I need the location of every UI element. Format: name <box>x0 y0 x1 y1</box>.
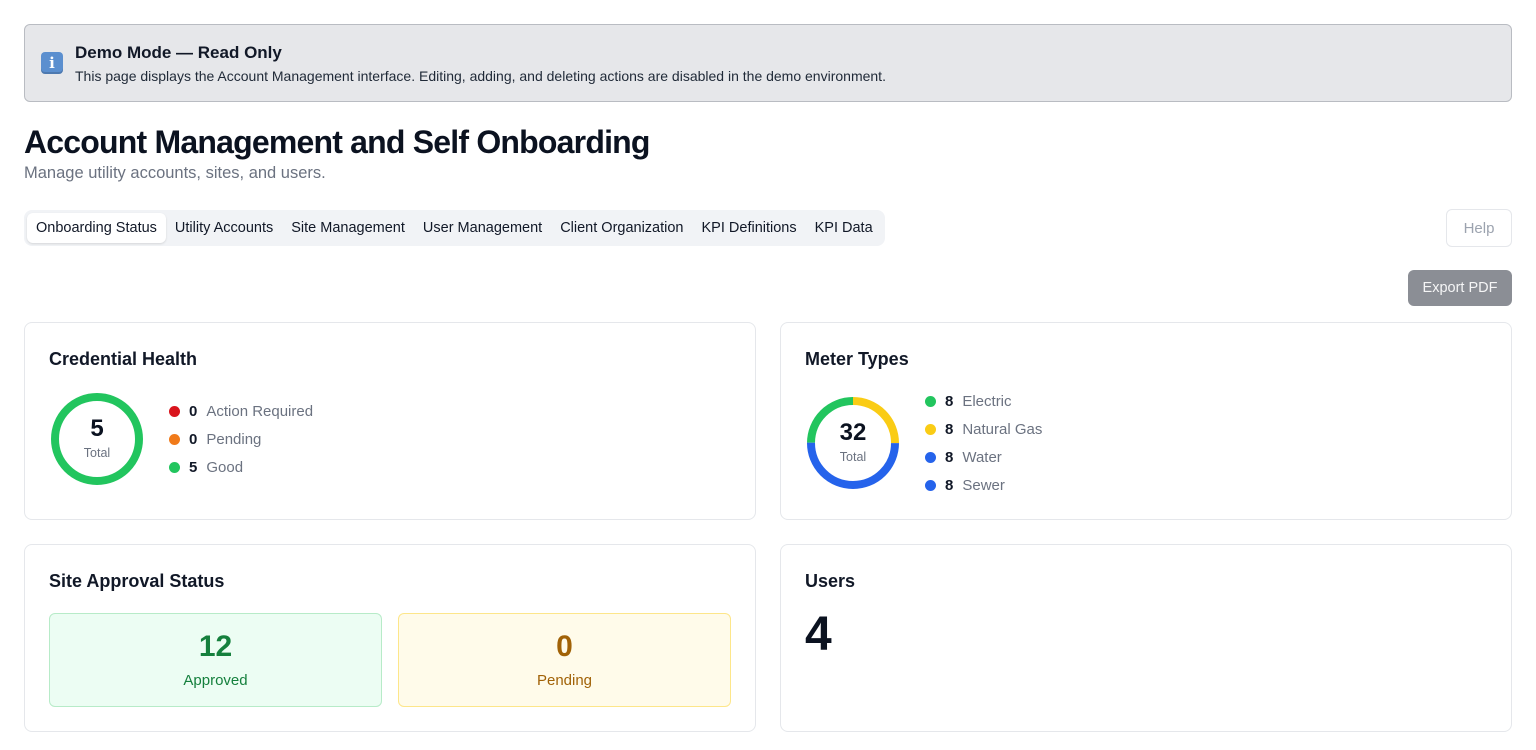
legend-count: 8 <box>945 448 954 466</box>
status-dot <box>925 451 936 463</box>
banner-title: Demo Mode — Read Only <box>75 43 282 62</box>
legend-count: 5 <box>189 458 198 476</box>
legend-label: Pending <box>206 430 262 448</box>
legend-count: 8 <box>945 392 954 410</box>
meter-types-card: Meter Types 32 Total 8 Electric 8 Natura… <box>780 322 1512 520</box>
status-dot <box>169 461 180 473</box>
legend-label: Action Required <box>206 402 314 420</box>
legend-item: 5 Good <box>169 453 313 481</box>
legend-count: 8 <box>945 420 954 438</box>
credential-health-title: Credential Health <box>49 349 198 369</box>
pending-count: 0 <box>556 630 573 663</box>
page-subtitle: Manage utility accounts, sites, and user… <box>24 164 326 182</box>
users-card: Users 4 <box>780 544 1512 732</box>
meter-types-donut: 32 Total <box>805 395 901 491</box>
status-dot <box>925 479 936 491</box>
credential-health-total-label: Total <box>83 446 111 460</box>
tab-kpi-data[interactable]: KPI Data <box>806 213 882 243</box>
legend-count: 0 <box>189 430 198 448</box>
legend-item: 0 Action Required <box>169 397 313 425</box>
status-dot <box>169 405 180 417</box>
legend-item: 8 Electric <box>925 387 1042 415</box>
banner-text: This page displays the Account Managemen… <box>75 68 886 84</box>
meter-types-legend: 8 Electric 8 Natural Gas 8 Water 8 Sewer <box>925 387 1042 499</box>
tab-kpi-definitions[interactable]: KPI Definitions <box>693 213 806 243</box>
legend-label: Sewer <box>962 476 1005 494</box>
meter-types-total-label: Total <box>839 450 867 464</box>
legend-count: 8 <box>945 476 954 494</box>
meter-types-title: Meter Types <box>805 349 909 369</box>
legend-item: 0 Pending <box>169 425 313 453</box>
tab-user-management[interactable]: User Management <box>414 213 551 243</box>
site-approval-title: Site Approval Status <box>49 571 225 591</box>
legend-item: 8 Water <box>925 443 1042 471</box>
credential-health-donut: 5 Total <box>49 391 145 487</box>
legend-label: Water <box>962 448 1002 466</box>
credential-health-total: 5 <box>90 415 104 442</box>
tab-onboarding-status[interactable]: Onboarding Status <box>27 213 166 243</box>
status-dot <box>925 395 936 407</box>
status-dot <box>925 423 936 435</box>
legend-label: Electric <box>962 392 1012 410</box>
users-title: Users <box>805 571 856 591</box>
legend-count: 0 <box>189 402 198 420</box>
approved-label: Approved <box>183 672 248 689</box>
tab-site-management[interactable]: Site Management <box>282 213 414 243</box>
legend-label: Natural Gas <box>962 420 1043 438</box>
pending-label: Pending <box>536 672 593 689</box>
legend-item: 8 Sewer <box>925 471 1042 499</box>
legend-label: Good <box>206 458 244 476</box>
tab-bar: Onboarding Status Utility Accounts Site … <box>24 210 885 246</box>
export-pdf-button[interactable]: Export PDF <box>1408 270 1512 306</box>
demo-mode-banner: i Demo Mode — Read Only This page displa… <box>24 24 1512 102</box>
pending-stat: 0 Pending <box>398 613 731 707</box>
info-icon: i <box>41 52 63 74</box>
approved-stat: 12 Approved <box>49 613 382 707</box>
legend-item: 8 Natural Gas <box>925 415 1042 443</box>
tab-utility-accounts[interactable]: Utility Accounts <box>166 213 282 243</box>
approved-count: 12 <box>198 630 233 663</box>
site-approval-card: Site Approval Status 12 Approved 0 Pendi… <box>24 544 756 732</box>
help-button[interactable]: Help <box>1446 209 1512 247</box>
credential-health-legend: 0 Action Required 0 Pending 5 Good <box>169 397 313 481</box>
credential-health-card: Credential Health 5 Total 0 Action Requi… <box>24 322 756 520</box>
status-dot <box>169 433 180 445</box>
users-count: 4 <box>805 608 832 661</box>
page-title: Account Management and Self Onboarding <box>24 124 650 160</box>
tab-client-organization[interactable]: Client Organization <box>551 213 692 243</box>
meter-types-total: 32 <box>839 419 867 446</box>
